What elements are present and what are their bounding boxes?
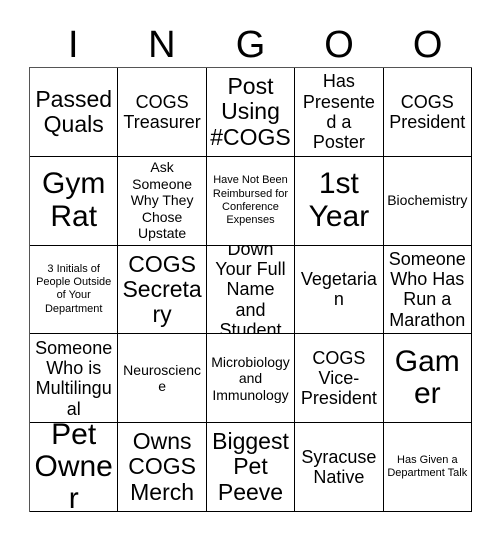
bingo-cell[interactable]: 3 Initials of People Outside of Your Dep… xyxy=(30,245,119,335)
bingo-cell[interactable]: Microbiology and Immunology xyxy=(206,334,296,424)
bingo-cell-label: COGS Secretary xyxy=(122,250,202,328)
bingo-cell-label: Gamer xyxy=(394,344,460,411)
bingo-header-letter: I xyxy=(68,23,79,66)
bingo-cell[interactable]: COGS President xyxy=(383,68,472,157)
bingo-cell[interactable]: COGS Treasurer xyxy=(118,68,207,157)
bingo-cell-label: Gym Rat xyxy=(42,167,106,233)
bingo-cell-label: Neuroscience xyxy=(123,361,201,395)
bingo-cell[interactable]: Have Not Been Reimbursed for Conference … xyxy=(206,156,296,246)
bingo-cell-label: COGS Treasurer xyxy=(123,91,201,132)
bingo-cell[interactable]: Has Given a Department Talk xyxy=(383,423,472,512)
bingo-cell-label: Ask Someone Why They Chose Upstate xyxy=(130,159,194,242)
bingo-cell-label: Pet Owner xyxy=(34,423,113,512)
bingo-cell[interactable]: 1st Year xyxy=(295,156,384,246)
bingo-cell-label: Vegetarian xyxy=(300,269,377,310)
bingo-cell[interactable]: Owns COGS Merch xyxy=(118,423,207,512)
bingo-cell-label: 3 Initials of People Outside of Your Dep… xyxy=(36,263,112,315)
bingo-cell[interactable]: Someone Who Has Run a Marathon xyxy=(383,245,472,335)
bingo-cell-label: Write Down Your Full Name and Student ID xyxy=(215,245,286,335)
bingo-cell[interactable]: Write Down Your Full Name and Student ID xyxy=(206,245,296,335)
bingo-cell[interactable]: Someone Who is Multilingual xyxy=(30,334,119,424)
bingo-cell[interactable]: Syracuse Native xyxy=(295,423,384,512)
bingo-cell-label: Biggest Pet Peeve xyxy=(212,428,289,505)
bingo-cell[interactable]: COGS Vice-President xyxy=(295,334,384,424)
bingo-header-letter: N xyxy=(148,23,176,66)
bingo-cell-label: Have Not Been Reimbursed for Conference … xyxy=(212,174,289,226)
bingo-cell-label: Biochemistry xyxy=(387,192,468,209)
bingo-cell-label: 1st Year xyxy=(308,167,370,233)
bingo-cell-label: Has Given a Department Talk xyxy=(387,453,468,480)
bingo-grid: Passed Quals COGS Treasurer Post Using #CO… xyxy=(29,67,472,512)
bingo-cell[interactable]: Has Presented a Poster xyxy=(295,68,384,157)
bingo-cell[interactable]: Ask Someone Why They Chose Upstate xyxy=(118,156,207,246)
bingo-header-letter: O xyxy=(324,23,354,66)
bingo-header-letter: G xyxy=(235,23,266,66)
bingo-cell[interactable]: Neuroscience xyxy=(118,334,207,424)
bingo-cell[interactable]: Biochemistry xyxy=(383,156,472,246)
bingo-cell-label: Passed Quals xyxy=(35,85,113,137)
bingo-cell-label: Has Presented a Poster xyxy=(302,71,375,153)
bingo-header-letter: O xyxy=(412,23,443,66)
bingo-cell[interactable]: Vegetarian xyxy=(295,245,384,335)
bingo-header-letters: INGOO xyxy=(29,22,472,67)
bingo-cell-label: Microbiology and Immunology xyxy=(211,353,290,403)
bingo-card: I N G O O Passed Quals COGS Treasurer Post Usi… xyxy=(0,0,500,544)
bingo-cell-label: Post Using #COGS xyxy=(210,72,291,150)
bingo-cell[interactable]: Gamer xyxy=(383,334,472,424)
bingo-cell[interactable]: Pet Owner xyxy=(30,423,119,512)
bingo-cell[interactable]: Gym Rat xyxy=(30,156,119,246)
bingo-cell[interactable]: Passed Quals xyxy=(30,68,119,157)
bingo-cell-label: COGS President xyxy=(389,91,466,132)
bingo-cell-label: Syracuse Native xyxy=(301,446,377,488)
bingo-cell-label: Someone Who Has Run a Marathon xyxy=(388,248,466,330)
bingo-cell[interactable]: Biggest Pet Peeve xyxy=(206,423,296,512)
bingo-cell[interactable]: COGS Secretary xyxy=(118,245,207,335)
bingo-cell-label: Owns COGS Merch xyxy=(128,428,196,505)
bingo-cell-label: COGS Vice-President xyxy=(300,347,377,409)
bingo-cell-label: Someone Who is Multilingual xyxy=(35,337,113,419)
bingo-cell[interactable]: Post Using #COGS xyxy=(206,68,296,157)
